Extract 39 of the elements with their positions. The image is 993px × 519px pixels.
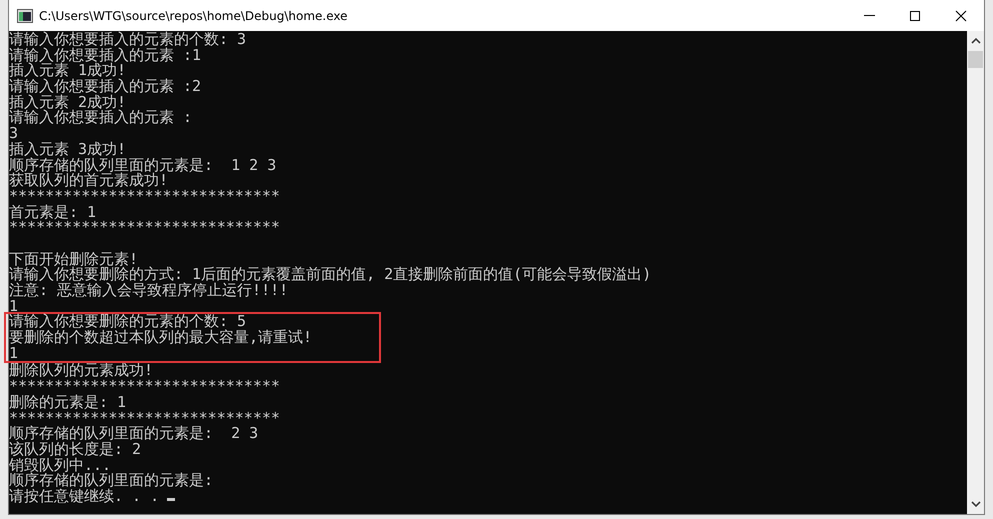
console-line: 顺序存储的队列里面的元素是: 1 2 3	[9, 156, 276, 174]
console-line: ******************************	[9, 186, 280, 205]
text-cursor	[167, 498, 176, 501]
console-line: 插入元素 2成功!	[9, 92, 126, 111]
console-line: 请输入你想要删除的元素的个数: 5	[9, 312, 246, 330]
console-line: ******************************	[9, 377, 280, 396]
scroll-up-icon[interactable]	[970, 37, 980, 45]
minimize-icon	[864, 15, 874, 16]
console-line: 下面开始删除元素!	[9, 250, 138, 268]
scroll-down-icon[interactable]	[970, 500, 980, 508]
console-line: 删除队列的元素成功!	[9, 361, 154, 380]
console-app-icon	[17, 8, 33, 22]
console-line: 请输入你想要插入的元素 :1	[9, 46, 202, 64]
console-line: 首元素是: 1	[9, 202, 96, 221]
close-icon	[955, 10, 967, 22]
console-line: 销毁队列中...	[9, 456, 112, 474]
console-line: 请输入你想要插入的元素 :	[9, 108, 192, 126]
console-line: 请输入你想要插入的元素的个数: 3	[9, 30, 246, 48]
console-line: 请输入你想要删除的方式: 1后面的元素覆盖前面的值, 2直接删除前面的值(可能会导致假溢出)	[9, 265, 652, 284]
console-line: 1	[9, 344, 18, 362]
vertical-scrollbar[interactable]	[967, 31, 984, 514]
console-line: 顺序存储的队列里面的元素是: 2 3	[9, 424, 258, 442]
console-line: 请输入你想要插入的元素 :2	[9, 77, 202, 96]
console-line: 删除的元素是: 1	[9, 392, 126, 411]
console-line: 顺序存储的队列里面的元素是:	[9, 471, 214, 490]
console-line: 请按任意键继续. . .	[9, 486, 160, 505]
console-line: 1	[9, 296, 18, 315]
maximize-icon	[909, 10, 921, 22]
console-line: 插入元素 3成功!	[9, 140, 126, 158]
scrollbar-thumb[interactable]	[968, 51, 983, 68]
console-line: ******************************	[9, 218, 280, 236]
console-line: ******************************	[9, 408, 280, 426]
console-line: 插入元素 1成功!	[9, 61, 126, 80]
window-title: C:\Users\WTG\source\repos\home\Debug\home.exe	[39, 8, 348, 22]
console-line: 要删除的个数超过本队列的最大容量,请重试!	[9, 328, 312, 346]
console-line: 3	[9, 124, 18, 142]
console-line: 注意: 恶意输入会导致程序停止运行!!!!	[9, 281, 288, 299]
console-line: 获取队列的首元素成功!	[9, 171, 168, 190]
console-line: 该队列的长度是: 2	[9, 440, 142, 458]
